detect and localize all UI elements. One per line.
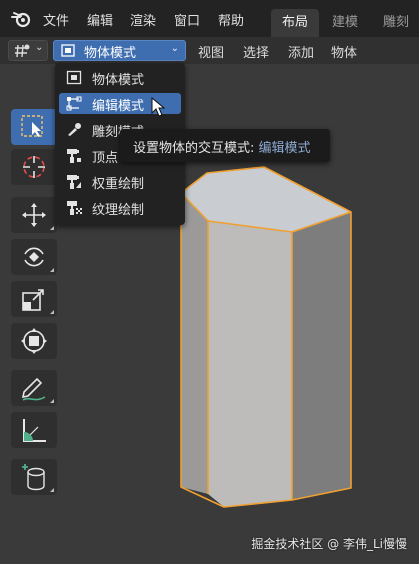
menu-add[interactable]: 添加 bbox=[288, 42, 314, 61]
menu-window[interactable]: 窗口 bbox=[174, 10, 200, 29]
interaction-mode-select[interactable]: 物体模式 ⌄ bbox=[53, 40, 186, 61]
mouse-pointer-icon bbox=[151, 97, 165, 117]
menu-render[interactable]: 渲染 bbox=[130, 10, 156, 29]
measure-tool[interactable] bbox=[11, 412, 57, 448]
tab-modeling[interactable]: 建模 bbox=[323, 9, 367, 37]
menu-item-texture-paint[interactable]: 纹理绘制 bbox=[59, 197, 181, 218]
tool-options-corner bbox=[50, 399, 54, 403]
tool-options-corner bbox=[50, 268, 54, 272]
menu-view[interactable]: 视图 bbox=[198, 42, 224, 61]
tool-options-corner bbox=[50, 310, 54, 314]
editor-type-icon bbox=[15, 44, 30, 58]
object-mode-icon bbox=[66, 70, 82, 85]
tab-sculpting[interactable]: 雕刻 bbox=[371, 9, 419, 37]
menu-select[interactable]: 选择 bbox=[243, 42, 269, 61]
rotate-icon bbox=[24, 247, 44, 267]
watermark: 掘金技术社区 @ 李伟_Li慢慢 bbox=[251, 537, 407, 551]
editor-type-button[interactable]: ⌄ bbox=[8, 40, 48, 61]
menu-item-weight-paint[interactable]: 权重绘制 bbox=[59, 171, 181, 192]
tooltip-text: 设置物体的交互模式: 编辑模式 bbox=[133, 141, 311, 156]
menu-file[interactable]: 文件 bbox=[43, 10, 69, 29]
viewport-header: ⌄ 物体模式 ⌄ 视图 选择 添加 物体 bbox=[0, 37, 419, 64]
tooltip-value: 编辑模式 bbox=[258, 141, 311, 156]
annotate-icon bbox=[21, 377, 46, 401]
rotate-tool[interactable] bbox=[11, 239, 57, 275]
select-box-tool[interactable] bbox=[11, 109, 57, 145]
sculpt-mode-icon bbox=[68, 123, 81, 136]
add-cylinder-icon bbox=[22, 464, 45, 491]
edit-mode-icon bbox=[66, 96, 82, 111]
tooltip: 设置物体的交互模式: 编辑模式 bbox=[120, 129, 330, 162]
scale-icon bbox=[22, 289, 44, 311]
add-cylinder-tool[interactable] bbox=[11, 459, 57, 495]
menu-object[interactable]: 物体 bbox=[331, 42, 357, 61]
tool-options-corner bbox=[50, 488, 54, 492]
top-menu-bar: 文件 编辑 渲染 窗口 帮助 布局 建模 雕刻 bbox=[0, 0, 419, 37]
vertex-paint-icon bbox=[67, 149, 81, 163]
tool-options-corner bbox=[50, 226, 54, 230]
move-tool[interactable] bbox=[11, 197, 57, 233]
object-mode-icon bbox=[61, 44, 75, 57]
transform-icon bbox=[21, 328, 47, 354]
cursor-icon bbox=[23, 156, 45, 178]
blender-logo-icon[interactable] bbox=[11, 10, 31, 28]
chevron-down-icon: ⌄ bbox=[35, 42, 44, 53]
weight-paint-icon bbox=[67, 175, 81, 189]
menu-item-edit-mode[interactable]: 编辑模式 bbox=[59, 93, 181, 117]
texture-paint-icon bbox=[67, 201, 82, 215]
measure-icon bbox=[23, 419, 46, 442]
menu-edit[interactable]: 编辑 bbox=[87, 10, 113, 29]
annotate-tool[interactable] bbox=[11, 370, 57, 406]
chevron-down-icon: ⌄ bbox=[170, 43, 179, 54]
mode-select-label: 物体模式 bbox=[84, 46, 137, 61]
move-icon bbox=[22, 203, 46, 227]
cursor-tool[interactable] bbox=[11, 149, 57, 185]
menu-item-object-mode[interactable]: 物体模式 bbox=[59, 67, 181, 88]
transform-tool[interactable] bbox=[11, 323, 57, 359]
menu-help[interactable]: 帮助 bbox=[218, 10, 244, 29]
tab-layout[interactable]: 布局 bbox=[271, 9, 319, 37]
scale-tool[interactable] bbox=[11, 281, 57, 317]
select-box-icon bbox=[21, 115, 43, 137]
